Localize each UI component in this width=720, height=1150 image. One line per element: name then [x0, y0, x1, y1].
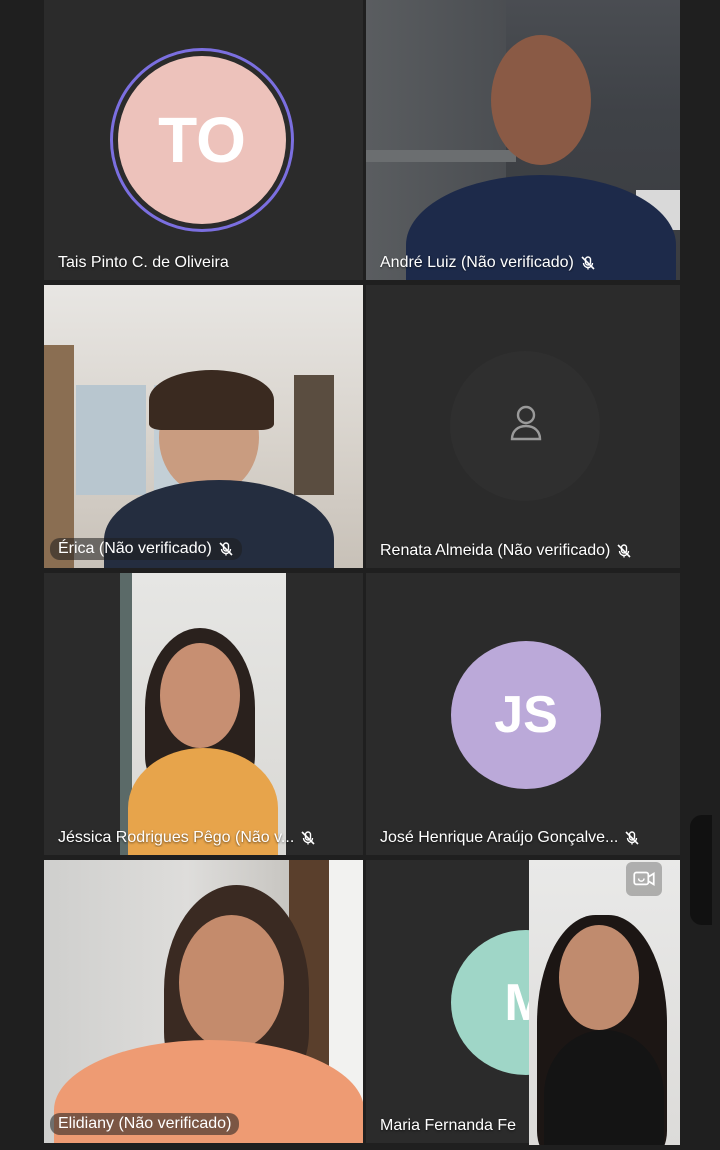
participant-name: José Henrique Araújo Gonçalve... [380, 829, 640, 847]
microphone-off-icon [625, 831, 639, 845]
participant-video [366, 0, 680, 280]
participant-tile-jessica[interactable]: Jéssica Rodrigues Pêgo (Não v... [44, 573, 363, 855]
participant-name: Érica (Não verificado) [50, 538, 242, 560]
participant-tile-tais[interactable]: TO Tais Pinto C. de Oliveira [44, 0, 363, 280]
microphone-off-icon [581, 256, 595, 270]
participant-name: Renata Almeida (Não verificado) [380, 542, 632, 560]
microphone-off-icon [301, 831, 315, 845]
person-icon [510, 405, 542, 441]
switch-camera-icon [633, 871, 655, 886]
participant-name: Maria Fernanda Fe [380, 1117, 517, 1134]
participant-tile-elidiany[interactable]: Elidiany (Não verificado) [44, 860, 363, 1143]
participant-name: Jéssica Rodrigues Pêgo (Não v... [58, 829, 316, 847]
participant-tile-andre[interactable]: André Luiz (Não verificado) [366, 0, 680, 280]
microphone-off-icon [617, 544, 631, 558]
side-drawer-handle[interactable] [690, 815, 712, 925]
participant-name: Elidiany (Não verificado) [50, 1113, 240, 1135]
participant-name: Tais Pinto C. de Oliveira [58, 254, 229, 271]
switch-camera-button[interactable] [626, 862, 662, 896]
participant-avatar: JS [451, 641, 601, 789]
avatar-initials: TO [158, 104, 246, 176]
participant-video [120, 573, 286, 855]
participant-tile-renata[interactable]: Renata Almeida (Não verificado) [366, 285, 680, 568]
self-view-video[interactable] [529, 860, 680, 1145]
participant-tile-jose[interactable]: JS José Henrique Araújo Gonçalve... [366, 573, 680, 855]
participant-avatar: TO [110, 48, 294, 232]
participant-video [44, 860, 363, 1143]
meeting-gallery: TO Tais Pinto C. de Oliveira André Luiz … [0, 0, 720, 1150]
microphone-off-icon [219, 542, 233, 556]
participant-tile-erica[interactable]: Érica (Não verificado) [44, 285, 363, 568]
avatar-initials: JS [494, 686, 558, 744]
participant-video [44, 285, 363, 568]
participant-name: André Luiz (Não verificado) [380, 254, 596, 272]
